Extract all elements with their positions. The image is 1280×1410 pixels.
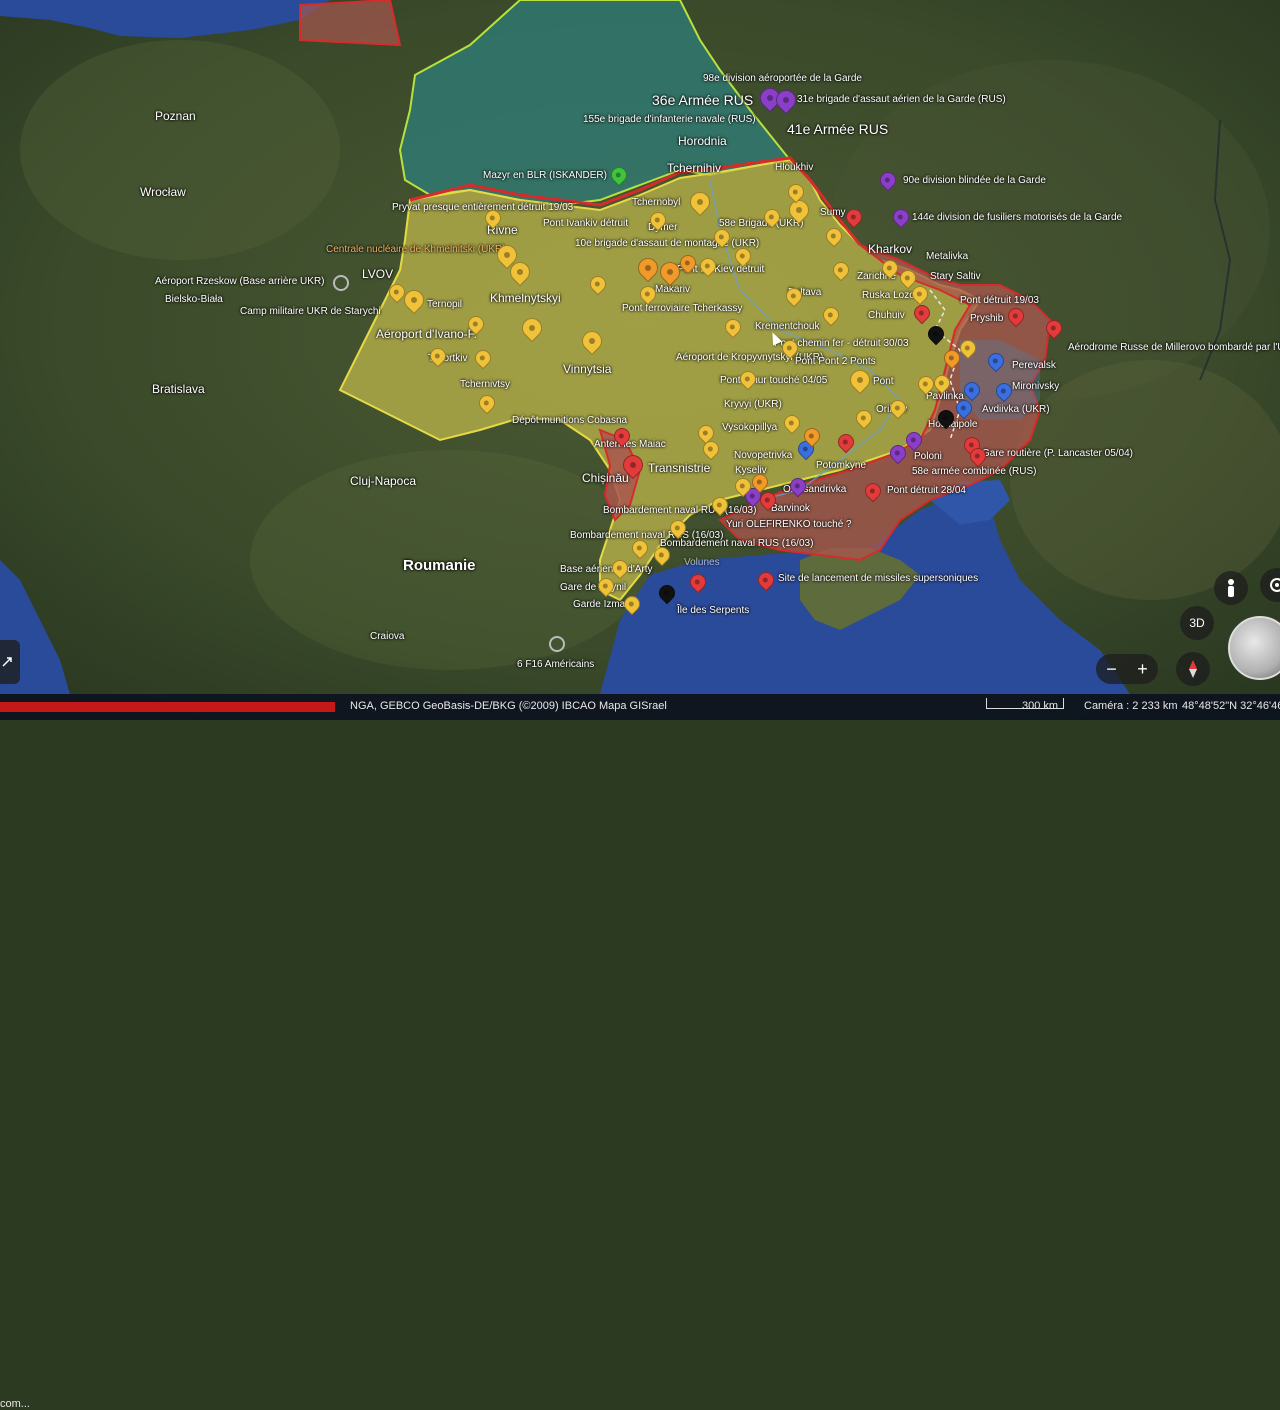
- label-div144: 144e division de fusiliers motorisés de …: [912, 212, 1123, 223]
- label-lvov: LVOV: [362, 267, 394, 281]
- label-cluj: Cluj-Napoca: [350, 474, 417, 488]
- compass-icon: [1189, 660, 1197, 678]
- label-ile-serpents: Île des Serpents: [677, 605, 750, 616]
- label-krementchouk: Krementchouk: [755, 321, 820, 332]
- label-barvinok: Barvinok: [771, 503, 810, 514]
- label-chuhuiv: Chuhuiv: [868, 310, 905, 321]
- label-pont-amur: Pont Amur touché 04/05: [720, 375, 828, 386]
- camera-altitude: Caméra : 2 233 km: [1084, 700, 1178, 712]
- label-kharkov: Kharkov: [868, 242, 913, 256]
- expand-icon: [2, 657, 12, 667]
- label-div98: 98e division aéroportée de la Garde: [703, 73, 862, 84]
- label-brig10: 10e brigade d'assaut de montagne (UKR): [575, 238, 760, 249]
- label-pryvat: Pryvat presque entièrement détruit 19/03: [392, 202, 574, 213]
- label-tchernobyl: Tchernobyl: [632, 197, 681, 208]
- label-centrale: Centrale nucléaire de Khmelnitski (UKR): [326, 244, 506, 255]
- label-sumy: Sumy: [820, 207, 846, 218]
- label-pont-pont: Pont Pont 2 Ponts: [795, 356, 876, 367]
- label-poznan: Poznan: [155, 109, 196, 123]
- attribution-text: NGA, GEBCO GeoBasis-DE/BKG (©2009) IBCAO…: [350, 700, 667, 712]
- label-pont-2804: Pont détruit 28/04: [887, 485, 966, 496]
- label-tchernihiv: Tchernihiv: [667, 161, 722, 175]
- label-perevalsk: Perevalsk: [1012, 360, 1056, 371]
- label-garde-izmail: Garde Izmail: [573, 599, 630, 610]
- location-marker[interactable]: [549, 636, 565, 652]
- label-camp: Camp militaire UKR de Starychi: [240, 306, 381, 317]
- zoom-out-button[interactable]: −: [1106, 659, 1117, 680]
- label-roumanie: Roumanie: [403, 557, 476, 574]
- label-gare-routiere: Gare routière (P. Lancaster 05/04): [982, 448, 1134, 459]
- label-craiova: Craiova: [370, 631, 405, 642]
- label-div90: 90e division blindée de la Garde: [903, 175, 1046, 186]
- label-mironivsky: Mironivsky: [1012, 381, 1060, 392]
- label-mazyr: Mazyr en BLR (ISKANDER): [483, 170, 607, 181]
- label-yuri: Yuri OLEFIRENKO touché ?: [726, 519, 852, 530]
- location-marker[interactable]: [333, 275, 349, 291]
- label-vinnytsia: Vinnytsia: [563, 362, 612, 376]
- compass-button[interactable]: [1176, 652, 1210, 686]
- zoom-control: − +: [1096, 654, 1158, 684]
- street-view-button[interactable]: [1214, 571, 1248, 605]
- progress-bar: [0, 702, 335, 712]
- label-pryshib: Pryshib: [970, 313, 1004, 324]
- label-rzeskow: Aéroport Rzeskow (Base arrière UKR): [155, 276, 325, 287]
- label-pavlinka: Pavlinka: [926, 391, 964, 402]
- label-chisinau: Chișinău: [582, 471, 629, 485]
- scale-label: 300 km: [1022, 700, 1059, 712]
- target-icon: [1270, 578, 1280, 592]
- label-horodnia: Horodnia: [678, 134, 727, 148]
- label-aerodrome: Aérodrome Russe de Millerovo bombardé pa…: [1068, 342, 1280, 353]
- label-bomb1: Bombardement naval RUS (16/03): [603, 505, 757, 516]
- label-base-arty: Base aérienne d'Arty: [560, 564, 653, 575]
- label-antennes: Antennes Maiac: [594, 439, 666, 450]
- label-gare-dzynil: Gare de Dzynil: [560, 582, 627, 593]
- label-makariv: Makariv: [655, 284, 691, 295]
- label-site-missiles: Site de lancement de missiles supersoniq…: [778, 573, 979, 584]
- label-ternopil: Ternopil: [427, 299, 463, 310]
- label-kryvyi: Kryvyi (UKR): [724, 399, 782, 410]
- label-bielsko: Bielsko-Biała: [165, 294, 223, 305]
- label-army41: 41e Armée RUS: [787, 121, 889, 137]
- label-khmelnytskyi: Khmelnytskyi: [490, 291, 561, 305]
- label-armee58: 58e armée combinée (RUS): [912, 466, 1037, 477]
- label-ivano: Aéroport d'Ivano-F.: [376, 327, 478, 341]
- label-tchernivtsy: Tchernivtsy: [460, 379, 511, 390]
- coordinates: 48°48'52"N 32°46'46"E: [1182, 700, 1280, 712]
- label-hloukhiv: Hloukhiv: [775, 162, 814, 173]
- label-army36: 36e Armée RUS: [652, 92, 754, 108]
- label-bomb3: Bombardement naval RUS (16/03): [660, 538, 814, 549]
- label-depot: Dépôt munitions Cobasna: [512, 415, 628, 426]
- truncated-text: com...: [0, 1398, 30, 1410]
- label-poloni: Poloni: [914, 451, 942, 462]
- label-transnistrie: Transnistrie: [648, 461, 711, 475]
- label-stary-saltiv: Stary Saltiv: [930, 271, 981, 282]
- label-brig155: 155e brigade d'infanterie navale (RUS): [583, 114, 756, 125]
- label-wroclaw: Wrocław: [140, 185, 186, 199]
- label-metalivka: Metalivka: [926, 251, 969, 262]
- status-bar: com... NGA, GEBCO GeoBasis-DE/BKG (©2009…: [0, 694, 1280, 1410]
- label-pont-1903: Pont détruit 19/03: [960, 295, 1039, 306]
- label-pont-ivankiv: Pont Ivankiv détruit: [543, 218, 629, 229]
- label-pont: Pont: [873, 376, 894, 387]
- person-icon: [1228, 579, 1234, 597]
- label-avdiivka: Avdiivka (UKR): [982, 404, 1050, 415]
- label-volunes: Volunes: [684, 557, 720, 568]
- 3d-button[interactable]: 3D: [1180, 606, 1214, 640]
- label-vysokopillya: Vysokopillya: [722, 422, 778, 433]
- label-potomkyne: Potomkyne: [816, 460, 867, 471]
- label-f16: 6 F16 Américains: [517, 659, 595, 670]
- label-novopetrivka: Novopetrivka: [734, 450, 793, 461]
- label-pont-tcherkassy: Pont ferroviaire Tcherkassy: [622, 303, 743, 314]
- zoom-in-button[interactable]: +: [1137, 659, 1148, 680]
- top-red-area: [299, 0, 402, 47]
- satellite-map[interactable]: [0, 0, 1280, 720]
- label-brig31: 31e brigade d'assaut aérien de la Garde …: [797, 94, 1006, 105]
- label-bratislava: Bratislava: [152, 382, 205, 396]
- expand-button[interactable]: [0, 640, 20, 684]
- label-brig58: 58e Brigade (UKR): [719, 218, 804, 229]
